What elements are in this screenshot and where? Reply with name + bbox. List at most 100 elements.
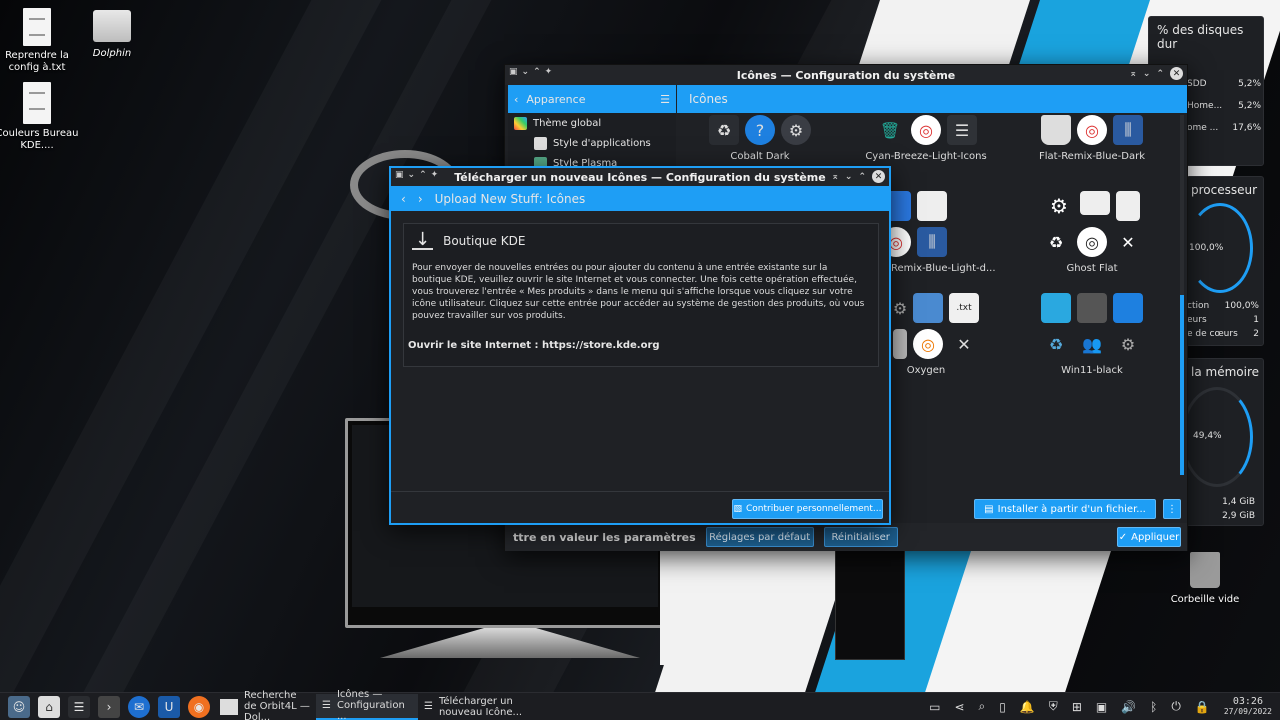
window-title: Icônes — Configuration du système <box>736 68 956 82</box>
store-title: Boutique KDE <box>443 234 526 248</box>
widget-title: la mémoire <box>1191 365 1259 379</box>
check-icon: ✓ <box>1118 531 1128 543</box>
close-icon[interactable]: ✕ <box>1170 67 1183 80</box>
shade-icon[interactable]: ⌅ <box>831 172 839 182</box>
cpu-row: eurs 1 <box>1187 315 1259 325</box>
recycle-icon: ♻ <box>1048 334 1064 354</box>
theme-card-flat-remix-dark[interactable]: ◎ ⫼ Flat-Remix-Blue-Dark <box>1007 115 1177 162</box>
theme-name: Cyan-Breeze-Light-Icons <box>865 151 987 162</box>
settings-icon[interactable]: ☰ <box>68 695 90 718</box>
home-icon[interactable]: ⌂ <box>38 695 60 718</box>
task-download-dialog[interactable]: ☰ Télécharger un nouveau Icône... <box>418 694 530 720</box>
reset-button[interactable]: Réinitialiser <box>823 527 898 547</box>
lock-icon[interactable]: 🔒 <box>1195 700 1210 714</box>
maximize-icon[interactable]: ⌃ <box>858 172 866 182</box>
volume-icon[interactable]: 🔊 <box>1121 700 1136 714</box>
pin-icon[interactable]: ✦ <box>431 170 439 180</box>
share-icon[interactable]: ⋖ <box>954 700 964 714</box>
dialog-titlebar[interactable]: ▣ ⌄ ⌃ ✦ Télécharger un nouveau Icônes — Con… <box>391 168 889 186</box>
trash-icon: 🗑 <box>879 120 901 140</box>
highlight-changed-label: ttre en valeur les paramètres <box>513 530 696 544</box>
lifebuoy-icon: ◎ <box>1077 227 1107 257</box>
shield-icon[interactable]: ⛨ <box>1049 699 1058 714</box>
keep-below-icon[interactable]: ⌄ <box>522 67 530 77</box>
widget-title: processeur <box>1191 183 1258 197</box>
cpu-value: 100,0% <box>1189 243 1224 253</box>
bluetooth-icon[interactable]: ᛒ <box>1150 700 1157 714</box>
tools-icon: ✕ <box>957 334 971 354</box>
recycle-icon: ♻ <box>1048 232 1064 252</box>
install-from-file-button[interactable]: ▤ Installer à partir d'un fichier... <box>974 499 1156 519</box>
close-icon[interactable]: ✕ <box>872 170 885 183</box>
minimize-icon[interactable]: ⌄ <box>845 172 853 182</box>
task-icons-settings[interactable]: ☰ Icônes — Configuration ... <box>316 689 418 720</box>
bitwarden-icon[interactable]: U <box>158 695 180 718</box>
theme-name: Win11-black <box>1061 365 1123 376</box>
maximize-icon[interactable]: ⌃ <box>1156 69 1164 79</box>
sidebar-item-global-theme[interactable]: Thème global <box>508 113 676 133</box>
usb-icon[interactable]: ⊞ <box>1072 700 1082 714</box>
desktop-icon-couleurs[interactable]: Couleurs Bureau KDE.... <box>0 82 82 152</box>
window-menu-icon[interactable]: ▣ <box>395 170 404 180</box>
minimize-icon[interactable]: ⌄ <box>1143 69 1151 79</box>
shade-icon[interactable]: ⌅ <box>1129 69 1137 79</box>
forward-arrow-icon[interactable]: › <box>418 192 423 206</box>
desktop-icon-dolphin[interactable]: Dolphin <box>67 8 157 60</box>
keep-below-icon[interactable]: ⌄ <box>408 170 416 180</box>
back-arrow-icon: ‹ <box>514 92 519 106</box>
scrollbar-thumb[interactable] <box>1180 295 1184 475</box>
dialog-header: ‹ › Upload New Stuff: Icônes <box>391 186 889 211</box>
keep-above-icon[interactable]: ⌃ <box>419 170 427 180</box>
folder-icon <box>220 698 238 715</box>
notifications-icon[interactable]: 🔔 <box>1020 700 1035 714</box>
pin-icon[interactable]: ✦ <box>545 67 553 77</box>
task-dolphin[interactable]: Recherche de Orbit4L — Dol... <box>214 690 316 720</box>
contribute-button[interactable]: ▧ Contribuer personnellement... <box>732 499 883 519</box>
document-icon <box>1113 293 1143 323</box>
pager-icon[interactable]: ▭ <box>929 700 940 714</box>
recycle-icon: ♻ <box>709 115 739 145</box>
settings-icon: ☰ <box>322 700 331 711</box>
upload-icon: ▧ <box>733 504 742 514</box>
desktop-icon-trash[interactable]: Corbeille vide <box>1160 552 1250 606</box>
txt-file-icon: .txt <box>949 293 979 323</box>
system-tray: ▭ ⋖ ⌕ ▯ 🔔 ⛨ ⊞ ▣ 🔊 ᛒ ⏻ 🔒 03:26 27/09/2022 <box>929 696 1272 717</box>
theme-card-cobalt-dark[interactable]: ♻? ⚙ Cobalt Dark <box>675 115 845 162</box>
more-options-button[interactable]: ⋮ <box>1163 499 1181 519</box>
store-link[interactable]: Ouvrir le site Internet : https://store.… <box>408 340 870 351</box>
store-card: ↓ Boutique KDE Pour envoyer de nouvelles… <box>403 223 879 367</box>
clock[interactable]: 03:26 27/09/2022 <box>1224 696 1272 717</box>
page-title: Icônes <box>677 85 1187 113</box>
defaults-button[interactable]: Réglages par défaut <box>705 527 814 547</box>
keep-above-icon[interactable]: ⌃ <box>533 67 541 77</box>
network-icon[interactable]: ▣ <box>1096 700 1107 714</box>
theme-card-ghost-flat[interactable]: ⚙ ♻ ◎ ✕ Ghost Flat <box>1007 191 1177 274</box>
desktop-icon-label: Dolphin <box>92 48 132 59</box>
sidebar-item-app-style[interactable]: Style d'applications <box>508 133 676 153</box>
settings-icon: ☰ <box>424 701 433 712</box>
memory-used: 1,4 GiB <box>1222 497 1255 507</box>
scrollbar-track[interactable] <box>1180 115 1184 475</box>
search-icon[interactable]: ⌕ <box>979 699 986 714</box>
back-arrow-icon[interactable]: ‹ <box>401 192 406 206</box>
firefox-icon[interactable]: ◉ <box>188 695 210 718</box>
window-menu-icon[interactable]: ▣ <box>509 67 518 77</box>
tools-icon: ✕ <box>1121 232 1135 252</box>
theme-name: Ghost Flat <box>1066 263 1118 274</box>
trash-icon <box>1190 552 1220 588</box>
sliders-icon: ⫼ <box>917 227 947 257</box>
disk-row: Home... 5,2% <box>1187 101 1261 111</box>
phone-icon[interactable]: ▯ <box>999 700 1006 714</box>
store-paragraph: Pour envoyer de nouvelles entrées ou pou… <box>412 263 865 321</box>
apply-button[interactable]: ✓ Appliquer <box>1117 527 1181 547</box>
theme-card-cyan-breeze[interactable]: 🗑 ◎ ☰ Cyan-Breeze-Light-Icons <box>841 115 1011 162</box>
footer-bar: ttre en valeur les paramètres Réglages p… <box>505 523 1187 551</box>
theme-card-win11-black[interactable]: ♻ 👥 ⚙ Win11-black <box>1007 293 1177 376</box>
hamburger-icon[interactable]: ☰ <box>660 93 670 106</box>
app-launcher-icon[interactable]: ☺ <box>8 695 30 718</box>
thunderbird-icon[interactable]: ✉ <box>128 695 150 718</box>
window-titlebar[interactable]: ▣ ⌄ ⌃ ✦ Icônes — Configuration du système ⌅… <box>505 65 1187 85</box>
terminal-icon[interactable]: › <box>98 695 120 718</box>
power-icon[interactable]: ⏻ <box>1171 699 1181 714</box>
back-to-appearance[interactable]: ‹ Apparence ☰ <box>508 85 676 113</box>
